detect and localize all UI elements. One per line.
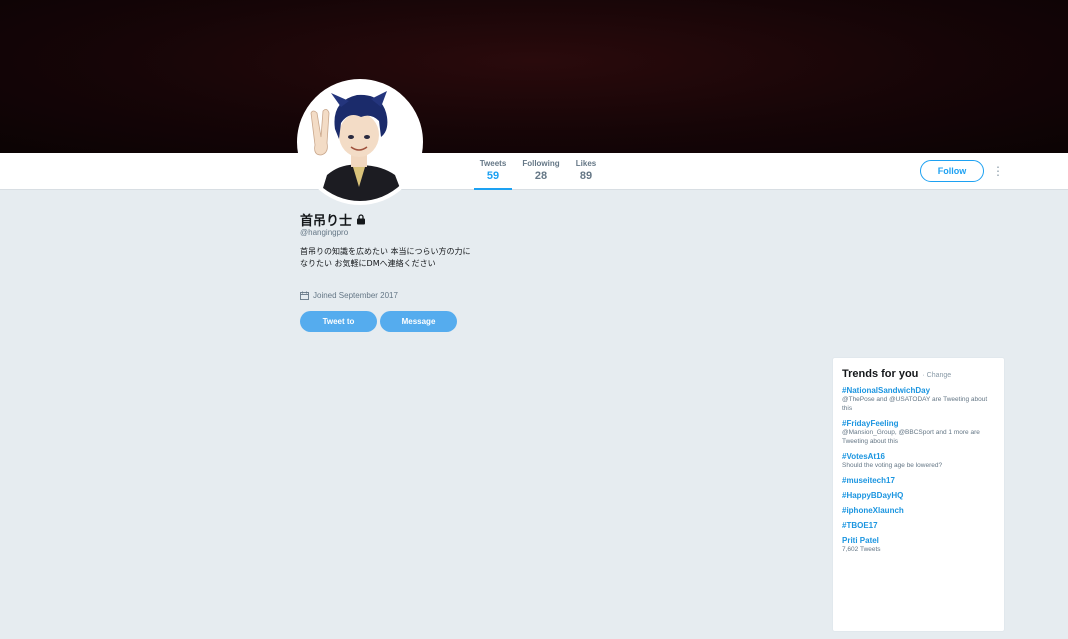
- more-icon[interactable]: ⋮: [992, 163, 1004, 179]
- trend-item[interactable]: Priti Patel 7,602 Tweets: [842, 536, 995, 554]
- tweets-label: Tweets: [479, 159, 507, 168]
- trend-desc: Should the voting age be lowered?: [842, 462, 943, 469]
- following-stat[interactable]: Following 28: [521, 159, 561, 190]
- trend-desc: @Mansion_Group, @BBCSport and 1 more are…: [842, 429, 980, 445]
- trend-desc: 7,602 Tweets: [842, 546, 881, 553]
- joined-date: Joined September 2017: [300, 291, 398, 300]
- trend-name[interactable]: #FridayFeeling: [842, 419, 995, 428]
- joined-text: Joined September 2017: [313, 291, 398, 300]
- trends-change-link[interactable]: · Change: [922, 372, 951, 379]
- tweet-to-button[interactable]: Tweet to: [300, 311, 377, 332]
- message-button[interactable]: Message: [380, 311, 457, 332]
- trend-item[interactable]: #HappyBDayHQ: [842, 491, 995, 500]
- trend-item[interactable]: #FridayFeeling @Mansion_Group, @BBCSport…: [842, 419, 995, 446]
- following-count: 28: [534, 170, 548, 182]
- avatar[interactable]: [297, 79, 423, 205]
- display-name: 首吊り士: [300, 213, 353, 228]
- lock-icon: [357, 214, 366, 225]
- trend-desc: @ThePose and @USATODAY are Tweeting abou…: [842, 396, 988, 412]
- tweets-stat[interactable]: Tweets 59: [474, 159, 512, 190]
- trends-title: Trends for you: [842, 368, 919, 380]
- trend-item[interactable]: #TBOE17: [842, 521, 995, 530]
- trend-name[interactable]: Priti Patel: [842, 536, 995, 545]
- likes-count: 89: [579, 170, 593, 182]
- trend-name[interactable]: #VotesAt16: [842, 452, 995, 461]
- trend-name[interactable]: #TBOE17: [842, 521, 995, 530]
- likes-stat[interactable]: Likes 89: [572, 159, 600, 190]
- following-label: Following: [522, 159, 560, 168]
- likes-label: Likes: [575, 159, 597, 168]
- trend-item[interactable]: #NationalSandwichDay @ThePose and @USATO…: [842, 386, 995, 413]
- trend-name[interactable]: #museitech17: [842, 476, 995, 485]
- trends-panel: Trends for you · Change #NationalSandwic…: [832, 357, 1005, 632]
- trend-item[interactable]: #museitech17: [842, 476, 995, 485]
- profile-handle: @hangingpro: [300, 228, 349, 237]
- profile-name: 首吊り士: [300, 210, 366, 229]
- calendar-icon: [300, 291, 309, 300]
- trend-item[interactable]: #iphoneXlaunch: [842, 506, 995, 515]
- profile-nav: Tweets 59 Following 28 Likes 89 Follow ⋮: [0, 153, 1068, 190]
- trend-name[interactable]: #NationalSandwichDay: [842, 386, 995, 395]
- trend-name[interactable]: #iphoneXlaunch: [842, 506, 995, 515]
- follow-button[interactable]: Follow: [920, 160, 984, 182]
- avatar-illustration: [301, 83, 419, 201]
- trend-item[interactable]: #VotesAt16 Should the voting age be lowe…: [842, 452, 995, 470]
- profile-banner: [0, 0, 1068, 153]
- profile-bio: 首吊りの知識を広めたい 本当につらい方の力になりたい お気軽にDMへ連絡ください: [300, 247, 471, 268]
- tweets-count: 59: [486, 170, 500, 182]
- trend-name[interactable]: #HappyBDayHQ: [842, 491, 995, 500]
